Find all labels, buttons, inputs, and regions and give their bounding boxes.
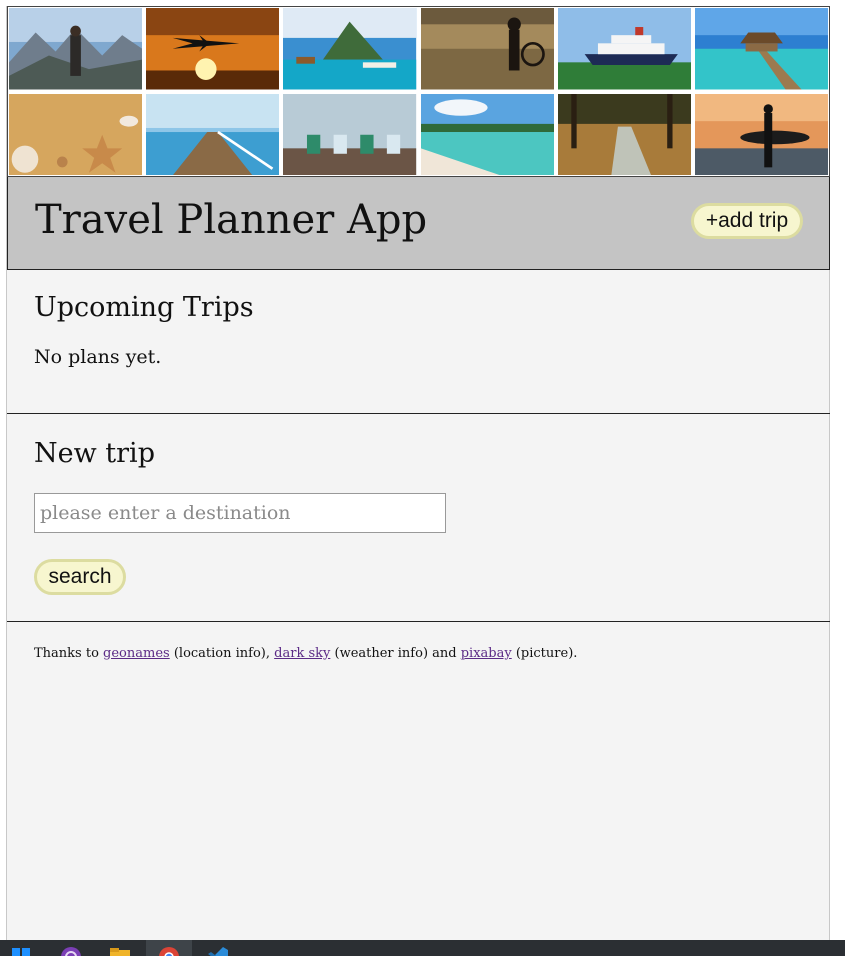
chrome-icon[interactable] xyxy=(158,946,180,956)
geonames-link[interactable]: geonames xyxy=(103,646,170,661)
search-button[interactable]: search xyxy=(34,559,126,595)
photo-gallery-banner xyxy=(7,6,830,177)
app-window: Travel Planner App +add trip Upcoming Tr… xyxy=(6,6,830,940)
hiker-mountains-photo xyxy=(9,8,143,90)
os-taskbar xyxy=(0,940,845,956)
surfer-silhouette-photo xyxy=(694,93,828,175)
credits-text: (weather info) and xyxy=(330,646,461,661)
destination-input[interactable] xyxy=(34,493,446,533)
boardwalk-path-photo xyxy=(557,93,691,175)
tropical-shore-photo xyxy=(420,93,554,175)
credits-text: (location info), xyxy=(169,646,275,661)
credits-text: (picture). xyxy=(511,646,578,661)
new-trip-heading: New trip xyxy=(34,438,155,469)
pier-bungalow-photo xyxy=(694,8,828,90)
file-explorer-icon[interactable] xyxy=(109,946,131,956)
app-title: Travel Planner App xyxy=(35,197,428,243)
credits-text: Thanks to xyxy=(34,646,104,661)
cruise-ship-photo xyxy=(557,8,691,90)
windows-start-icon[interactable] xyxy=(10,946,32,956)
airplane-sunset-photo xyxy=(146,8,280,90)
seashells-sand-photo xyxy=(9,93,143,175)
dark-sky-link[interactable]: dark sky xyxy=(274,646,330,661)
beach-chairs-photo xyxy=(283,93,417,175)
new-trip-section: New trip search xyxy=(7,414,830,622)
overwater-bungalows-photo xyxy=(283,8,417,90)
beach-silhouette-photo xyxy=(420,8,554,90)
no-plans-text: No plans yet. xyxy=(34,346,162,368)
wooden-pier-photo xyxy=(146,93,280,175)
add-trip-button[interactable]: +add trip xyxy=(691,203,803,239)
visual-studio-icon[interactable] xyxy=(60,946,82,956)
credits-footer: Thanks to geonames (location info), dark… xyxy=(34,646,577,661)
pixabay-link[interactable]: pixabay xyxy=(461,646,512,661)
app-header: Travel Planner App +add trip xyxy=(7,177,830,270)
vscode-icon[interactable] xyxy=(207,946,229,956)
upcoming-trips-section: Upcoming Trips No plans yet. xyxy=(7,270,830,414)
upcoming-trips-heading: Upcoming Trips xyxy=(34,292,254,323)
